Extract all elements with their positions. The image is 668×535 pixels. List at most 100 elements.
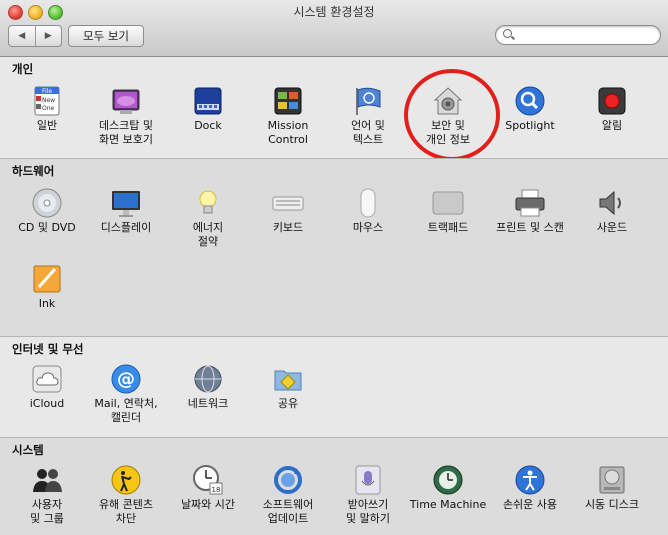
language-flag-icon	[352, 85, 384, 117]
pane-mail[interactable]: @ Mail, 연락처, 캘린더	[84, 363, 168, 425]
trackpad-icon	[432, 187, 464, 219]
globe-icon	[192, 363, 224, 395]
label-sharing: 공유	[277, 397, 299, 410]
forward-button[interactable]: ▶	[36, 26, 62, 46]
users-icon	[31, 464, 63, 496]
label-cd-dvd: CD 및 DVD	[18, 221, 76, 234]
pane-date-time[interactable]: 18 날짜와 시간	[166, 464, 250, 512]
pane-time-machine[interactable]: Time Machine	[406, 464, 490, 512]
pane-software-update[interactable]: 소프트웨어 업데이트	[246, 464, 330, 526]
pane-mission-control[interactable]: Mission Control	[246, 85, 330, 147]
label-trackpad: 트랙패드	[427, 221, 469, 234]
mouse-icon	[352, 187, 384, 219]
pane-spotlight[interactable]: Spotlight	[488, 85, 572, 133]
general-icon-line-2: New	[42, 97, 55, 104]
label-displays: 디스플레이	[100, 221, 152, 234]
pane-language[interactable]: 언어 및 텍스트	[326, 85, 410, 147]
label-time-machine: Time Machine	[409, 498, 487, 511]
label-icloud: iCloud	[29, 397, 65, 410]
pane-icloud[interactable]: iCloud	[5, 363, 89, 411]
pane-dock[interactable]: Dock	[166, 85, 250, 133]
label-ink: Ink	[38, 297, 56, 310]
search-field[interactable]	[495, 25, 661, 45]
section-title-system: 시스템	[12, 443, 44, 457]
search-icon	[503, 29, 512, 38]
pane-keyboard[interactable]: 키보드	[246, 187, 330, 235]
pane-sharing[interactable]: 공유	[246, 363, 330, 411]
label-software-update: 소프트웨어 업데이트	[262, 498, 314, 525]
label-notifications: 알림	[601, 119, 623, 132]
pane-notifications[interactable]: 알림	[570, 85, 654, 133]
pane-desktop[interactable]: 데스크탑 및 화면 보호기	[84, 85, 168, 147]
pane-mouse[interactable]: 마우스	[326, 187, 410, 235]
speaker-icon	[596, 187, 628, 219]
keyboard-icon	[272, 187, 304, 219]
pane-trackpad[interactable]: 트랙패드	[406, 187, 490, 235]
pane-printers[interactable]: 프린트 및 스캔	[488, 187, 572, 235]
pane-energy[interactable]: 에너지 절약	[166, 187, 250, 249]
label-dock: Dock	[194, 119, 222, 132]
label-printers: 프린트 및 스캔	[496, 221, 564, 234]
calendar-day-text: 18	[212, 486, 221, 494]
label-general: 일반	[36, 119, 58, 132]
label-sound: 사운드	[596, 221, 628, 234]
label-date-time: 날짜와 시간	[180, 498, 236, 511]
label-startup-disk: 시동 디스크	[584, 498, 640, 511]
dock-icon	[192, 85, 224, 117]
pane-cd-dvd[interactable]: CD 및 DVD	[5, 187, 89, 235]
highlight-annotation	[404, 69, 500, 161]
cloud-icon	[31, 363, 63, 395]
pane-dictation[interactable]: 받아쓰기 및 말하기	[326, 464, 410, 526]
lightbulb-icon	[192, 187, 224, 219]
spotlight-icon	[514, 85, 546, 117]
pane-accessibility[interactable]: 손쉬운 사용	[488, 464, 572, 512]
label-mouse: 마우스	[352, 221, 384, 234]
back-forward-control: ◀ ▶	[8, 25, 62, 47]
label-parental: 유해 콘텐츠 차단	[98, 498, 154, 525]
time-machine-icon	[432, 464, 464, 496]
section-title-hardware: 하드웨어	[12, 164, 55, 178]
pane-ink[interactable]: Ink	[5, 263, 89, 311]
section-system: 시스템 사용자 및 그룹 유해 콘텐츠 차단 18 날짜와 시간 소프트웨어 업…	[0, 437, 668, 535]
notifications-icon	[596, 85, 628, 117]
accessibility-icon	[514, 464, 546, 496]
search-input[interactable]	[516, 27, 655, 44]
label-keyboard: 키보드	[272, 221, 304, 234]
ink-icon	[31, 263, 63, 295]
general-icon: File New One	[31, 85, 63, 117]
show-all-button[interactable]: 모두 보기	[68, 25, 144, 47]
pane-users[interactable]: 사용자 및 그룹	[5, 464, 89, 526]
pane-general[interactable]: File New One 일반	[5, 85, 89, 133]
at-sign-icon: @	[110, 363, 142, 395]
label-accessibility: 손쉬운 사용	[502, 498, 558, 511]
pane-network[interactable]: 네트워크	[166, 363, 250, 411]
pane-parental[interactable]: 유해 콘텐츠 차단	[84, 464, 168, 526]
pane-startup-disk[interactable]: 시동 디스크	[570, 464, 654, 512]
label-mail: Mail, 연락처, 캘린더	[94, 397, 158, 424]
label-language: 언어 및 텍스트	[351, 119, 385, 146]
back-button[interactable]: ◀	[9, 26, 36, 46]
window-title: 시스템 환경설정	[293, 5, 375, 19]
label-energy: 에너지 절약	[192, 221, 224, 248]
toolbar: 시스템 환경설정 ◀ ▶ 모두 보기	[0, 0, 668, 57]
desktop-icon	[110, 85, 142, 117]
section-title-internet: 인터넷 및 무선	[12, 342, 84, 356]
parental-controls-icon	[110, 464, 142, 496]
label-network: 네트워크	[187, 397, 229, 410]
microphone-icon	[352, 464, 384, 496]
label-users: 사용자 및 그룹	[30, 498, 64, 525]
svg-text:@: @	[117, 369, 135, 390]
label-desktop: 데스크탑 및 화면 보호기	[98, 119, 154, 146]
label-dictation: 받아쓰기 및 말하기	[346, 498, 390, 525]
software-update-icon	[272, 464, 304, 496]
system-preferences-window: 시스템 환경설정 ◀ ▶ 모두 보기 개인 File New One 일반 데스…	[0, 0, 668, 535]
section-hardware: 하드웨어 CD 및 DVD 디스플레이 에너지 절약 키보드 마우스 트랙패드 …	[0, 158, 668, 336]
general-icon-line-1: File	[42, 88, 52, 95]
display-icon	[110, 187, 142, 219]
pane-sound[interactable]: 사운드	[570, 187, 654, 235]
mission-control-icon	[272, 85, 304, 117]
pane-displays[interactable]: 디스플레이	[84, 187, 168, 235]
clock-calendar-icon: 18	[192, 464, 224, 496]
label-spotlight: Spotlight	[505, 119, 555, 132]
hard-disk-icon	[596, 464, 628, 496]
